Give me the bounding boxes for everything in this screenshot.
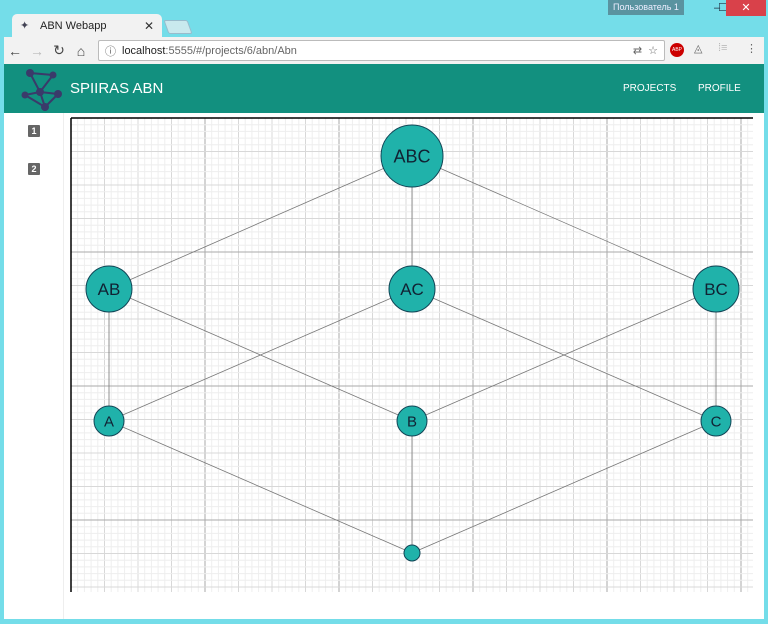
extension-icon[interactable]: ◬ — [694, 42, 702, 55]
browser-tab[interactable]: ✦ ABN Webapp ✕ — [12, 14, 162, 38]
node-label-A: A — [104, 413, 114, 430]
url-host: localhost — [122, 44, 166, 57]
address-bar[interactable]: ⓘ localhost:5555/#/projects/6/abn/Abn ⇄ … — [98, 40, 665, 61]
reload-icon[interactable]: ↻ — [48, 42, 70, 59]
sidebar-item-2[interactable]: 2 — [28, 163, 40, 175]
wolf-favicon-icon: ✦ — [20, 20, 30, 32]
menu-icon[interactable]: ⋮ — [746, 42, 757, 55]
home-icon[interactable]: ⌂ — [70, 43, 92, 59]
nav-profile[interactable]: PROFILE — [698, 83, 741, 94]
node-label-AC: AC — [400, 280, 424, 299]
back-icon[interactable]: ← — [4, 43, 26, 59]
sidebar-item-1[interactable]: 1 — [28, 125, 40, 137]
node-label-BC: BC — [704, 280, 728, 299]
adblock-icon[interactable]: ABP — [670, 43, 684, 57]
info-icon[interactable]: ⓘ — [105, 43, 116, 59]
lattice-graph-canvas[interactable]: ABCAB AC BCA B C — [64, 113, 764, 619]
reader-icon[interactable]: ⁞≡ — [718, 42, 727, 54]
url-path: :5555/#/projects/6/abn/Abn — [165, 44, 297, 57]
nav-projects[interactable]: PROJECTS — [623, 83, 676, 94]
logo-icon — [21, 69, 62, 111]
star-icon[interactable]: ☆ — [648, 44, 658, 57]
translate-icon[interactable]: ⇄ — [633, 44, 642, 57]
main-area: ABC AB AC BC A B C — [64, 113, 764, 619]
node-empty[interactable] — [403, 544, 421, 562]
node-label-C: C — [711, 413, 722, 430]
new-tab-button[interactable] — [163, 20, 193, 34]
tab-title: ABN Webapp — [40, 20, 107, 32]
node-label-AB: AB — [98, 280, 121, 299]
sidebar: 1 2 — [4, 113, 64, 619]
edge-ABC-AB — [108, 155, 413, 290]
node-label-ABC: ABC — [393, 146, 430, 166]
node-label-B: B — [407, 413, 417, 430]
app-title: SPIIRAS ABN — [70, 80, 164, 97]
forward-icon[interactable]: → — [26, 43, 48, 59]
user-badge[interactable]: Пользователь 1 — [608, 0, 684, 15]
browser-toolbar: ← → ↻ ⌂ ⓘ localhost:5555/#/projects/6/ab… — [4, 37, 764, 64]
tab-close-icon[interactable]: ✕ — [144, 19, 154, 33]
edge-ABC-BC — [411, 155, 717, 290]
window-close-icon[interactable]: ✕ — [726, 0, 766, 16]
app-header: SPIIRAS ABN PROJECTS PROFILE — [4, 64, 764, 113]
